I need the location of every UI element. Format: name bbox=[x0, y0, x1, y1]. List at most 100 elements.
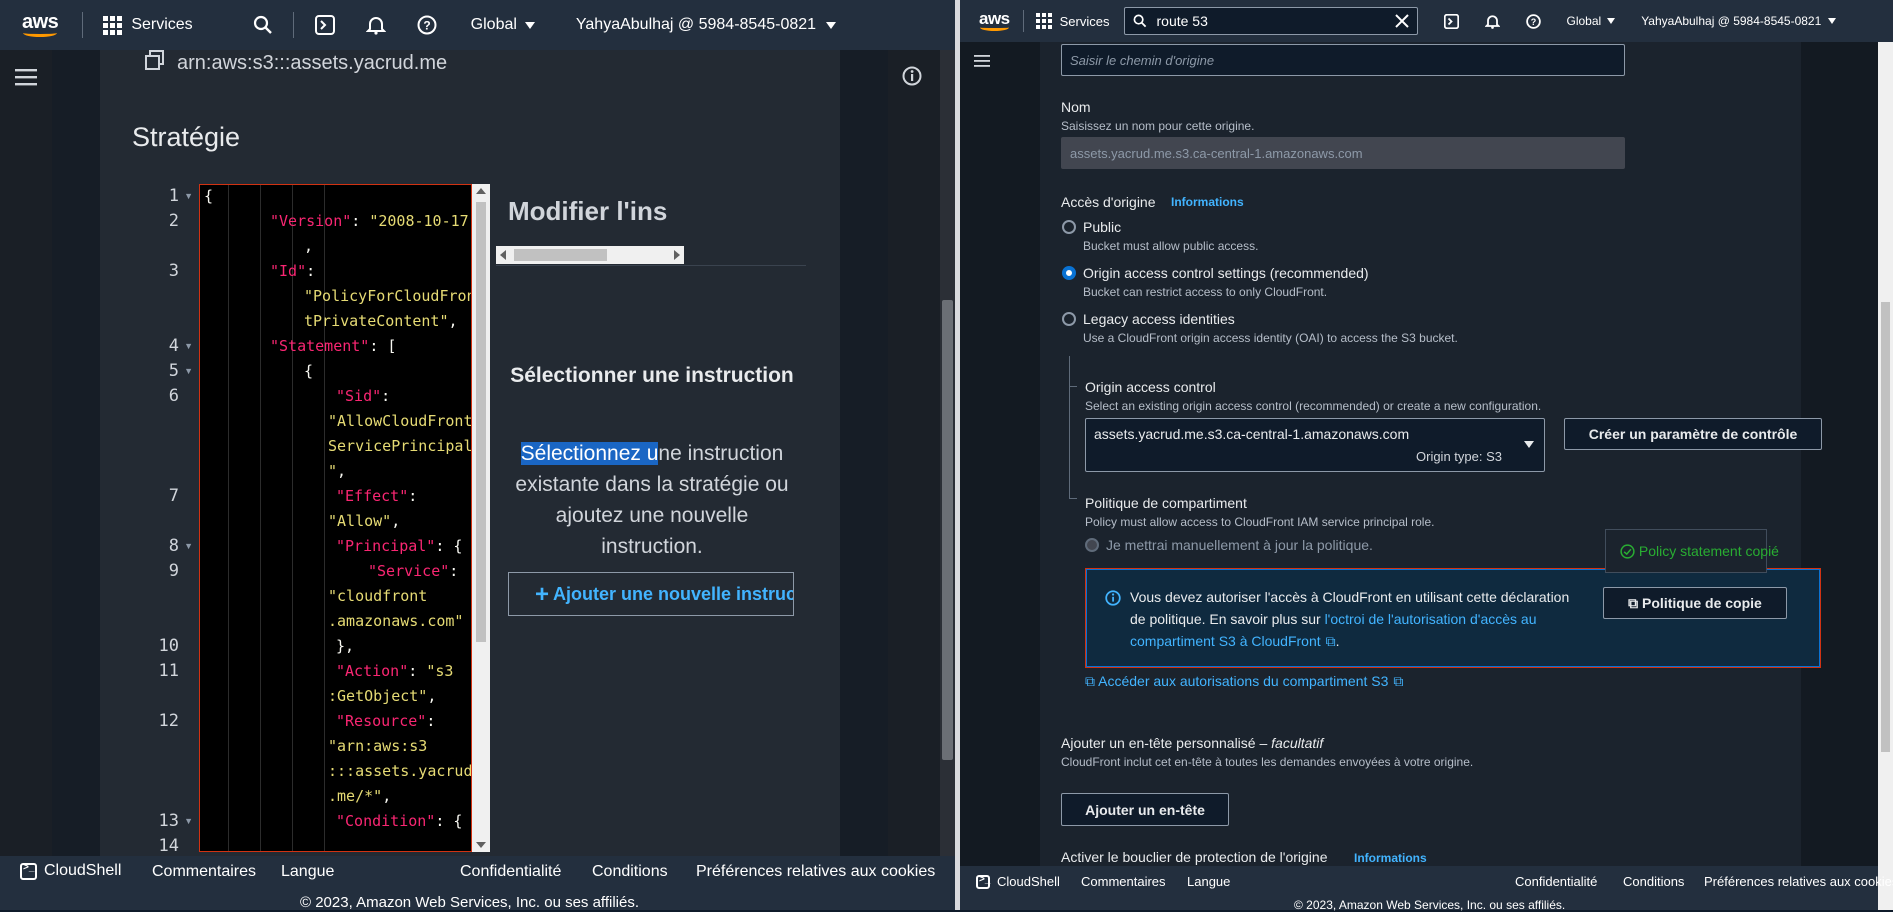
policy-json-editor[interactable]: 1 ▼ 2 3 4 ▼ 5 ▼ 6 7 8 ▼ 9 10 11 12 13 ▼ 14 { … bbox=[133, 184, 490, 852]
feedback-link[interactable]: Commentaires bbox=[152, 863, 256, 881]
svg-text:?: ? bbox=[423, 19, 430, 33]
alert-link[interactable]: compartiment S3 à CloudFront bbox=[1130, 633, 1321, 649]
policy-section-title: Stratégie bbox=[132, 122, 241, 152]
cloudshell-link[interactable]: CloudShell bbox=[976, 874, 1060, 889]
optional-tag: facultatif bbox=[1271, 735, 1324, 751]
add-header-button[interactable]: Ajouter un en-tête bbox=[1061, 793, 1229, 826]
hamburger-menu-icon[interactable] bbox=[974, 54, 990, 73]
code-line: "Action": "s3 bbox=[336, 662, 454, 680]
code-line: "Version": "2008-10-17" bbox=[270, 212, 472, 230]
code-line: "Sid": bbox=[336, 387, 391, 405]
privacy-link[interactable]: Confidentialité bbox=[1515, 874, 1597, 889]
notifications-bell-icon[interactable] bbox=[365, 15, 386, 35]
add-statement-button[interactable]: +Ajouter une nouvelle instruction bbox=[508, 572, 794, 616]
services-menu[interactable]: Services bbox=[1035, 13, 1110, 29]
bucket-permissions-label: Accéder aux autorisations du compartimen… bbox=[1098, 673, 1389, 689]
copy-policy-button[interactable]: ⧉ Politique de copie bbox=[1603, 587, 1787, 619]
radio-public[interactable] bbox=[1062, 220, 1076, 234]
page-scrollbar[interactable] bbox=[940, 50, 955, 910]
custom-header-label: Ajouter un en-tête personnalisé – facult… bbox=[1061, 735, 1323, 751]
cloudshell-label: CloudShell bbox=[44, 862, 122, 879]
copy-icon: ⧉ bbox=[1628, 595, 1643, 611]
region-selector[interactable]: Global bbox=[471, 16, 535, 34]
radio-manual-update[interactable] bbox=[1085, 538, 1099, 552]
copy-icon[interactable] bbox=[145, 50, 165, 76]
search-icon[interactable] bbox=[253, 15, 273, 35]
line-number: 5 bbox=[168, 361, 179, 381]
terms-link[interactable]: Conditions bbox=[1623, 874, 1684, 889]
search-bar[interactable]: route 53 bbox=[1123, 7, 1418, 35]
radio-legacy-identities[interactable] bbox=[1062, 312, 1076, 326]
origin-access-label: Accès d'origine bbox=[1061, 194, 1156, 210]
account-menu[interactable]: YahyaAbulhaj @ 5984-8545-0821 bbox=[575, 16, 837, 34]
alert-text-line3[interactable]: compartiment S3 à CloudFront ⧉. bbox=[1130, 633, 1340, 650]
code-line: "arn:aws:s3 bbox=[328, 737, 428, 755]
nav-separator bbox=[82, 12, 84, 38]
help-icon[interactable]: ? bbox=[1525, 13, 1541, 29]
code-line: "Condition": { bbox=[336, 812, 463, 830]
cloudshell-icon bbox=[20, 862, 37, 880]
notifications-bell-icon[interactable] bbox=[1484, 14, 1500, 29]
copied-tooltip: Policy statement copié bbox=[1605, 529, 1779, 573]
origin-shield-label: Activer le bouclier de protection de l'o… bbox=[1061, 849, 1328, 865]
alert-text: de politique. En savoir plus sur bbox=[1130, 611, 1325, 627]
oac-select[interactable]: assets.yacrud.me.s3.ca-central-1.amazona… bbox=[1085, 418, 1545, 472]
help-icon[interactable]: ? bbox=[417, 15, 437, 35]
cookie-preferences-link[interactable]: Préférences relatives aux cookies bbox=[696, 863, 935, 881]
services-menu[interactable]: Services bbox=[103, 15, 193, 35]
origin-path-input[interactable]: Saisir le chemin d'origine bbox=[1061, 44, 1625, 76]
code-area[interactable]: { "Version": "2008-10-17" , "Id": "Polic… bbox=[199, 184, 472, 852]
external-link-icon: ⧉ bbox=[1393, 673, 1404, 689]
code-line: }, bbox=[336, 637, 355, 655]
origin-shield-info-link[interactable]: Informations bbox=[1354, 851, 1427, 865]
region-label: Global bbox=[1566, 14, 1602, 28]
account-label: YahyaAbulhaj @ 5984-8545-0821 bbox=[575, 16, 817, 33]
cloudshell-link[interactable]: CloudShell bbox=[20, 862, 121, 880]
account-menu[interactable]: YahyaAbulhaj @ 5984-8545-0821 bbox=[1641, 14, 1837, 28]
alert-link[interactable]: l'octroi de l'autorisation d'accès au bbox=[1325, 611, 1537, 627]
aws-smile-icon bbox=[979, 24, 1009, 31]
hamburger-menu-icon[interactable] bbox=[15, 68, 37, 91]
origin-access-info-link[interactable]: Informations bbox=[1171, 195, 1244, 209]
close-icon[interactable] bbox=[1394, 14, 1409, 28]
create-control-setting-button[interactable]: Créer un paramètre de contrôle bbox=[1564, 418, 1822, 450]
line-number: 1 bbox=[168, 186, 179, 206]
page-scrollbar[interactable] bbox=[1878, 42, 1893, 910]
cloudshell-icon[interactable] bbox=[1443, 13, 1459, 29]
feedback-link[interactable]: Commentaires bbox=[1081, 874, 1166, 889]
radio-origin-access-control[interactable] bbox=[1062, 266, 1076, 280]
nav-separator bbox=[292, 12, 294, 38]
radio-legacy-description: Use a CloudFront origin access identity … bbox=[1083, 331, 1458, 345]
line-number: 14 bbox=[158, 836, 179, 852]
code-line: :GetObject", bbox=[328, 687, 437, 705]
top-navigation: aws Services ? Global YahyaAbulhaj @ 598… bbox=[0, 0, 955, 50]
line-number: 9 bbox=[168, 561, 179, 581]
code-line: tPrivateContent", bbox=[304, 312, 458, 330]
info-icon[interactable] bbox=[902, 66, 922, 91]
cookie-preferences-link[interactable]: Préférences relatives aux cookies bbox=[1704, 874, 1893, 889]
editor-scrollbar[interactable] bbox=[472, 184, 490, 852]
terms-link[interactable]: Conditions bbox=[592, 863, 668, 881]
search-input[interactable]: route 53 bbox=[1157, 13, 1395, 29]
info-circle-icon bbox=[1105, 590, 1121, 611]
radio-manual-update-label: Je mettrai manuellement à jour la politi… bbox=[1106, 537, 1373, 553]
code-line: "AllowCloudFront bbox=[328, 412, 472, 430]
bucket-permissions-link[interactable]: ⧉ Accéder aux autorisations du compartim… bbox=[1085, 673, 1403, 690]
privacy-link[interactable]: Confidentialité bbox=[460, 863, 561, 881]
region-selector[interactable]: Global bbox=[1567, 14, 1616, 28]
language-link[interactable]: Langue bbox=[281, 863, 334, 881]
code-line: ", bbox=[328, 462, 347, 480]
code-line: ServicePrincipal bbox=[328, 437, 472, 455]
aws-logo[interactable]: aws bbox=[979, 10, 1010, 31]
origin-name-input[interactable]: assets.yacrud.me.s3.ca-central-1.amazona… bbox=[1061, 137, 1625, 169]
horizontal-scrollbar[interactable] bbox=[496, 246, 684, 264]
cloudshell-icon[interactable] bbox=[314, 15, 335, 35]
aws-smile-icon bbox=[23, 29, 58, 37]
code-line: "cloudfront bbox=[328, 587, 428, 605]
language-link[interactable]: Langue bbox=[1187, 874, 1230, 889]
line-number: 3 bbox=[168, 261, 179, 281]
chevron-down-icon bbox=[1828, 18, 1837, 24]
name-description: Saisissez un nom pour cette origine. bbox=[1061, 119, 1255, 133]
add-statement-label: Ajouter une nouvelle instruction bbox=[553, 584, 793, 604]
aws-logo[interactable]: aws bbox=[22, 12, 59, 37]
